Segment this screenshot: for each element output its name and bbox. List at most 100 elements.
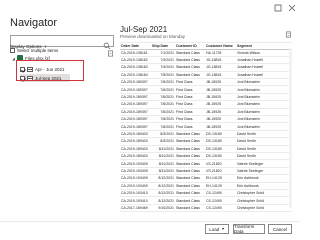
table-cell: Erin Ashbrook <box>236 174 264 183</box>
table-cell: Joni Blumstein <box>236 108 264 117</box>
table-row: CA-2019-193409 8/12/2021 Standard Class EH-… <box>120 174 292 183</box>
table-cell: CA-2019-189397 <box>120 115 151 124</box>
table-cell: CA-2019-138164 <box>120 71 151 80</box>
table-cell: Valerie Seelinger <box>236 159 264 168</box>
table-cell: DS-13180 <box>205 145 236 153</box>
table-cell <box>264 196 292 205</box>
load-button[interactable]: Load ▼ <box>205 224 229 234</box>
table-cell <box>264 130 292 139</box>
table-cell: First Class <box>175 93 205 102</box>
table-cell: David Smith <box>236 152 264 161</box>
table-cell: 7/4/2021 <box>151 63 175 72</box>
table-cell: 9/10/2021 <box>151 204 175 213</box>
table-cell <box>264 49 292 57</box>
table-cell: Standard Class <box>175 137 205 146</box>
table-cell: JG-15815 <box>205 63 236 72</box>
table-cell: JB-15925 <box>205 85 236 94</box>
table-row: CA-2019-138161 7/1/2021 Standard Class HA-1… <box>120 49 292 57</box>
table-cell <box>264 78 292 87</box>
table-cell <box>264 71 292 80</box>
table-cell: Joni Blumstein <box>236 115 264 124</box>
table-cell: Standard Class <box>175 159 205 168</box>
table-cell: DS-13180 <box>205 152 236 161</box>
table-cell: 8/11/2021 <box>151 159 175 168</box>
table-cell: Standard Class <box>175 130 205 139</box>
table-cell: CA-2019-189397 <box>120 85 151 94</box>
table-row: CA-2019-189403 8/11/2021 Standard Class DS-… <box>120 152 292 161</box>
table-row: CA-2019-189397 7/6/2021 First Class JB-1592… <box>120 108 292 117</box>
table-cell: CA-2019-193409 <box>120 182 151 190</box>
table-cell: CA-2019-138161 <box>120 49 151 57</box>
table-cell: Standard Class <box>175 145 205 153</box>
table-cell: 8/12/2021 <box>151 182 175 190</box>
table-cell: JB-15925 <box>205 78 236 87</box>
table-row: CA-2019-189397 7/6/2021 First Class JB-1592… <box>120 93 292 102</box>
preview-subtitle: Preview downloaded on Monday <box>120 34 186 39</box>
table-cell: First Class <box>175 78 205 87</box>
table-row: CA-2019-189403 8/3/2021 Standard Class DS-1… <box>120 130 292 139</box>
table-cell: First Class <box>175 100 205 109</box>
table-cell: JG-15815 <box>205 71 236 80</box>
table-cell: DS-13180 <box>205 130 236 139</box>
table-cell: EH-14125 <box>205 174 236 183</box>
table-cell: Standard Class <box>175 182 205 190</box>
table-cell: CA-2019-189403 <box>120 137 151 146</box>
cancel-button[interactable]: Cancel <box>268 224 292 234</box>
table-row: CA-2019-189397 7/6/2021 First Class JB-1592… <box>120 122 292 131</box>
table-cell: Joni Blumstein <box>236 85 264 94</box>
cancel-label: Cancel <box>272 226 287 232</box>
table-cell: Standard Class <box>175 196 205 205</box>
chevron-down-icon[interactable]: ▼ <box>221 227 224 231</box>
chevron-down-icon[interactable]: ◢ <box>12 56 15 61</box>
table-cell: VS-21820 <box>205 159 236 168</box>
table-cell: Standard Class <box>175 71 205 80</box>
table-cell <box>264 145 292 153</box>
table-cell: Jonathan Howell <box>236 63 264 72</box>
display-options-label: Display Options <box>10 44 42 49</box>
table-cell: 7/3/2021 <box>151 56 175 65</box>
table-cell: CS-12490 <box>205 196 236 205</box>
table-cell: 7/6/2021 <box>151 100 175 109</box>
table-cell <box>264 63 292 72</box>
preview-options-icon[interactable] <box>285 25 292 43</box>
maximize-icon[interactable] <box>274 4 282 12</box>
table-row: CA-2019-189403 8/11/2021 Standard Class DS-… <box>120 145 292 153</box>
chevron-down-icon: ▼ <box>43 44 48 49</box>
scrollbar[interactable] <box>289 48 292 208</box>
table-cell: CA-2019-189397 <box>120 108 151 117</box>
close-icon[interactable] <box>288 4 296 12</box>
table-cell: CS-12490 <box>205 189 236 198</box>
table-cell <box>264 182 292 190</box>
table-cell: Joni Blumstein <box>236 93 264 102</box>
table-cell: Standard Class <box>175 152 205 161</box>
table-row: CA-2019-138163 7/4/2021 Standard Class JG-1… <box>120 63 292 72</box>
table-cell: CA-2019-138162 <box>120 56 151 65</box>
table-cell <box>264 93 292 102</box>
table-cell <box>264 152 292 161</box>
window-controls <box>274 4 296 12</box>
transform-data-button[interactable]: Transform Data <box>233 224 265 234</box>
table-row: CA-2019-138164 7/5/2021 Standard Class JG-1… <box>120 71 292 80</box>
table-row: CA-2019-193409 8/11/2021 Standard Class VS-… <box>120 167 292 176</box>
table-cell: 7/6/2021 <box>151 78 175 87</box>
table-cell: Standard Class <box>175 49 205 57</box>
table-cell <box>264 122 292 131</box>
table-cell: 8/11/2021 <box>151 167 175 176</box>
refresh-icon[interactable] <box>107 44 114 62</box>
table-cell: 7/6/2021 <box>151 122 175 131</box>
table-cell: Joni Blumstein <box>236 78 264 87</box>
table-cell <box>264 108 292 117</box>
preview-title: Jul-Sep 2021 <box>120 25 168 34</box>
table-cell: Standard Class <box>175 63 205 72</box>
display-options-button[interactable]: Display Options ▼ <box>10 44 47 49</box>
table-cell: CA-2019-193410 <box>120 196 151 205</box>
table-cell: JB-15925 <box>205 122 236 131</box>
navigator-heading: Navigator <box>10 17 58 29</box>
table-cell: CA-2019-189397 <box>120 100 151 109</box>
table-cell: 8/11/2021 <box>151 145 175 153</box>
table-cell: CA-2019-193410 <box>120 189 151 198</box>
table-cell: Standard Class <box>175 189 205 198</box>
table-cell: CA-2019-189397 <box>120 93 151 102</box>
table-cell: 7/6/2021 <box>151 93 175 102</box>
table-row: CA-2019-193409 8/12/2021 Standard Class EH-… <box>120 182 292 190</box>
